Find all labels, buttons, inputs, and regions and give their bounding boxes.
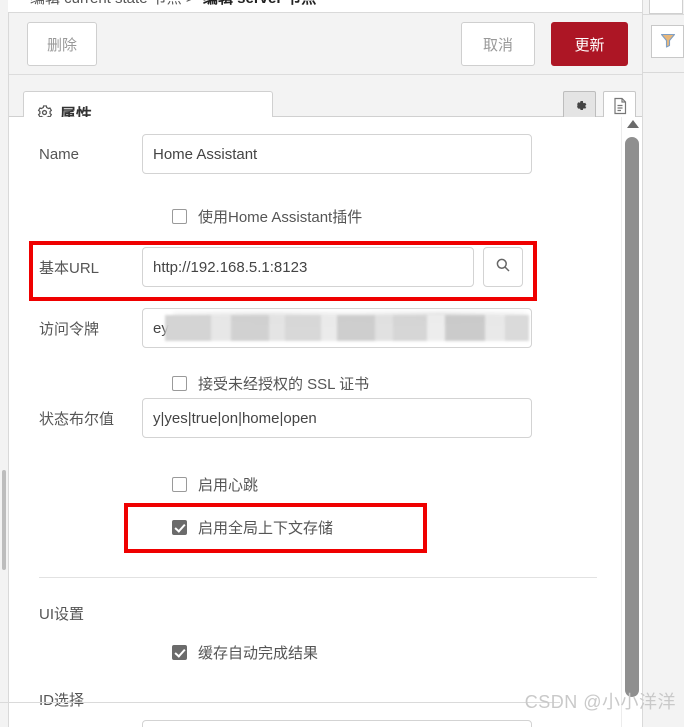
base-url-input[interactable]: http://192.168.5.1:8123 — [142, 247, 474, 287]
global-context-label: 启用全局上下文存储 — [198, 520, 334, 537]
cache-autocomplete-label: 缓存自动完成结果 — [198, 645, 319, 662]
access-token-redaction — [165, 315, 529, 341]
global-context-checkbox[interactable] — [172, 520, 187, 535]
area-select-input[interactable]: friendly — [142, 720, 532, 727]
breadcrumb: 编辑 current state 节点 > 编辑 server 节点 — [8, 0, 642, 13]
global-context-checkbox-row[interactable]: 启用全局上下文存储 — [172, 517, 333, 538]
state-boolean-input[interactable]: y|yes|true|on|home|open — [142, 398, 532, 438]
breadcrumb-prefix: 编辑 current state 节点 > — [30, 0, 195, 7]
state-boolean-label: 状态布尔值 — [39, 410, 115, 428]
breadcrumb-current: 编辑 server 节点 — [203, 0, 316, 7]
search-icon — [495, 257, 511, 277]
use-addon-label: 使用Home Assistant插件 — [198, 209, 363, 226]
watermark-rule — [0, 702, 560, 703]
sidebar-line — [643, 72, 684, 73]
update-button[interactable]: 更新 — [551, 22, 628, 66]
field-row-area-select: 区域选择 friendly — [9, 720, 621, 727]
accept-ssl-checkbox-row[interactable]: 接受未经授权的 SSL 证书 — [172, 373, 369, 394]
document-icon — [612, 97, 628, 119]
workspace-scrollbar[interactable] — [2, 470, 6, 570]
sidebar-tab[interactable] — [649, 0, 683, 14]
field-row-name: Name Home Assistant — [9, 134, 621, 174]
cache-autocomplete-checkbox[interactable] — [172, 645, 187, 660]
section-divider — [39, 577, 597, 578]
field-row-access-token: 访问令牌 ey — [9, 308, 621, 348]
node-red-editor: 编辑 current state 节点 > 编辑 server 节点 删除 取消… — [0, 0, 684, 727]
form-scrollbar[interactable] — [621, 117, 644, 727]
right-sidebar — [642, 0, 684, 727]
properties-form: Name Home Assistant 使用Home Assistant插件 基… — [9, 117, 643, 727]
access-token-label: 访问令牌 — [39, 320, 100, 338]
name-input[interactable]: Home Assistant — [142, 134, 532, 174]
filter-button[interactable] — [651, 25, 684, 58]
delete-button[interactable]: 删除 — [27, 22, 97, 66]
cancel-button[interactable]: 取消 — [461, 22, 535, 66]
field-row-state-boolean: 状态布尔值 y|yes|true|on|home|open — [9, 398, 621, 438]
ui-settings-heading: UI设置 — [39, 606, 85, 623]
scroll-up-arrow-icon[interactable] — [627, 120, 639, 128]
dialog-tab-bar: 属性 — [9, 75, 643, 133]
heartbeat-checkbox-row[interactable]: 启用心跳 — [172, 474, 258, 495]
heartbeat-checkbox[interactable] — [172, 477, 187, 492]
heartbeat-label: 启用心跳 — [198, 477, 259, 494]
filter-icon — [660, 32, 676, 52]
edit-node-dialog: 删除 取消 更新 属性 Name Home Assistant 使用Home A… — [8, 13, 644, 727]
gear-icon — [572, 98, 588, 118]
accept-ssl-checkbox[interactable] — [172, 376, 187, 391]
access-token-input[interactable]: ey — [142, 308, 532, 348]
use-addon-checkbox[interactable] — [172, 209, 187, 224]
use-addon-checkbox-row[interactable]: 使用Home Assistant插件 — [172, 206, 362, 227]
dialog-button-bar: 删除 取消 更新 — [9, 13, 643, 75]
field-row-base-url: 基本URL http://192.168.5.1:8123 — [9, 247, 621, 287]
sidebar-separator — [643, 14, 684, 15]
base-url-search-button[interactable] — [483, 247, 523, 287]
cache-autocomplete-checkbox-row[interactable]: 缓存自动完成结果 — [172, 642, 318, 663]
base-url-label: 基本URL — [39, 259, 100, 277]
scrollbar-thumb[interactable] — [625, 137, 639, 697]
name-label: Name — [39, 145, 80, 163]
id-selection-heading: ID选择 — [39, 692, 85, 709]
accept-ssl-label: 接受未经授权的 SSL 证书 — [198, 376, 370, 393]
